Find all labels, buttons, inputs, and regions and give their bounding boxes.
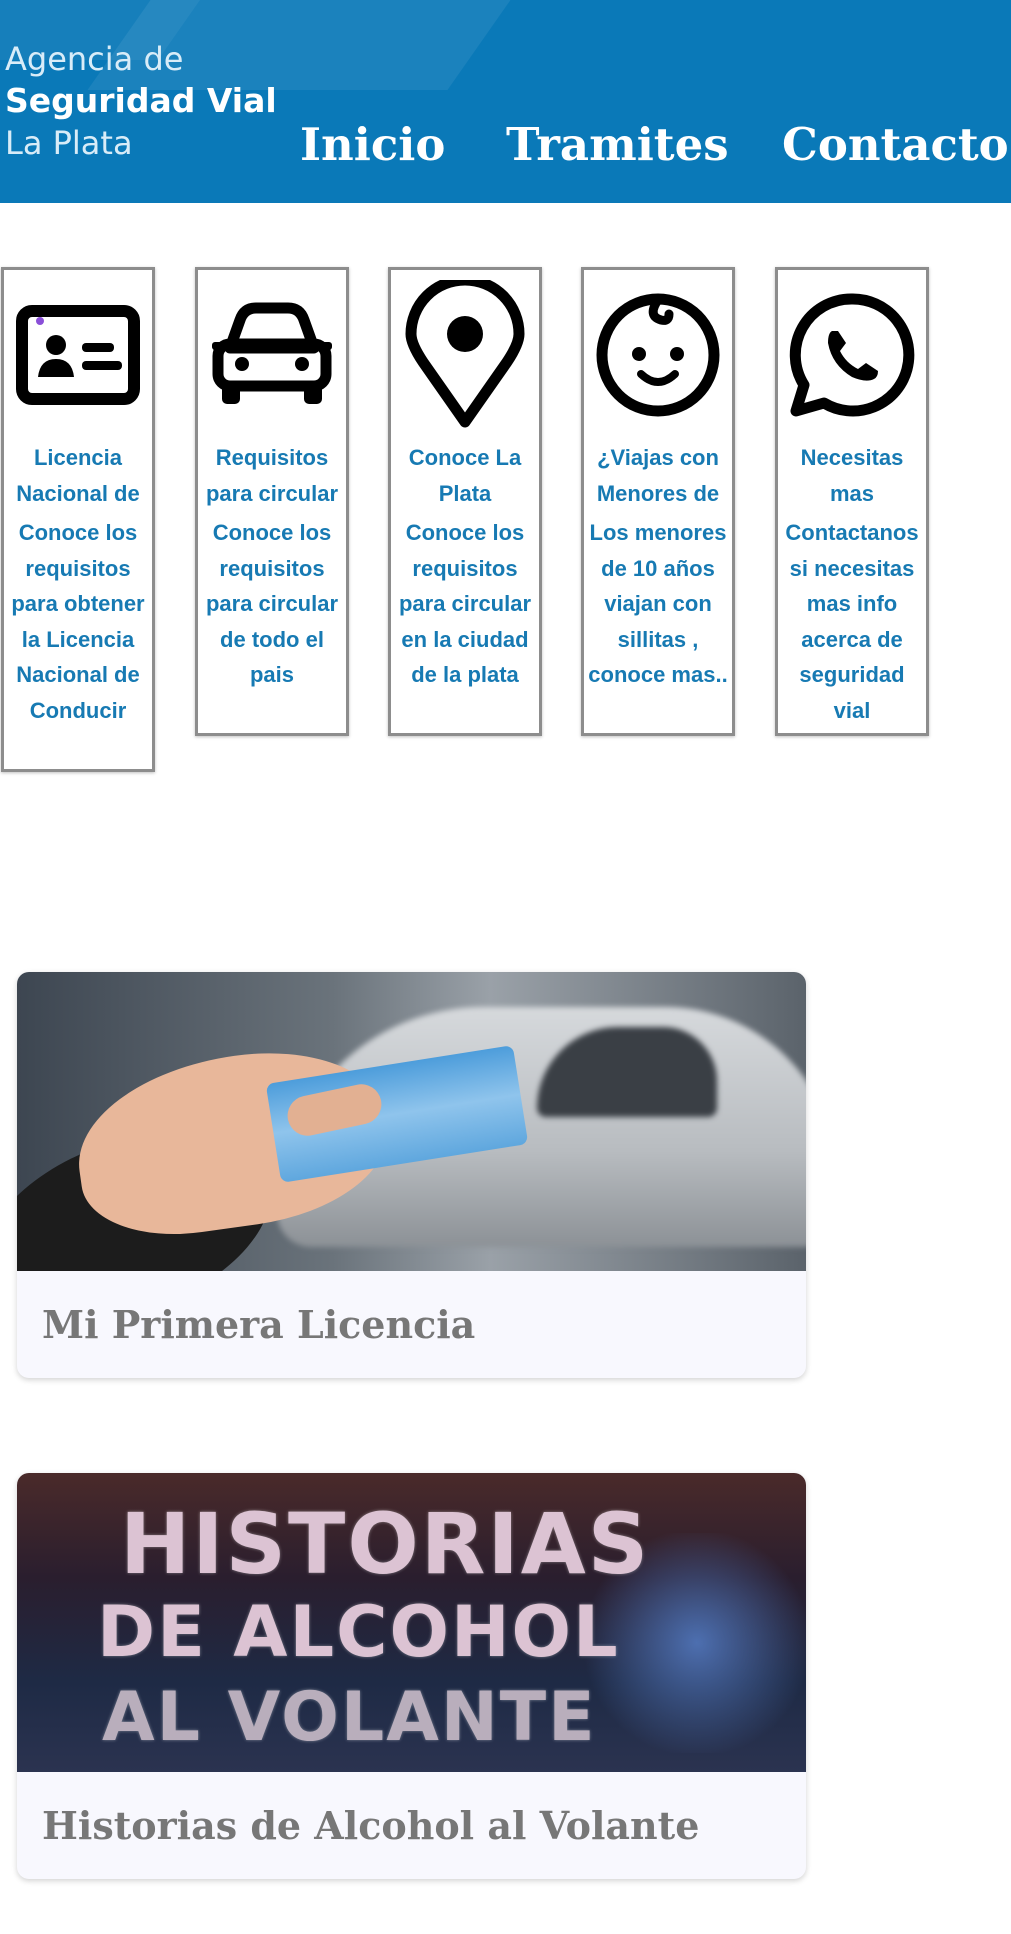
id-card-icon (4, 270, 152, 440)
baby-face-icon (584, 270, 732, 440)
service-description: Conoce los requisitos para circular de t… (205, 520, 339, 687)
whatsapp-icon (778, 270, 926, 440)
article-image-licencia (17, 972, 806, 1271)
logo-line-2: Seguridad Vial (5, 81, 277, 120)
service-title: Conoce La Plata (408, 445, 522, 506)
service-title: ¿Viajas con Menores de edad? (596, 445, 720, 506)
nav-link-inicio[interactable]: Inicio (300, 118, 445, 171)
logo-line-3: La Plata (5, 124, 133, 162)
image-text-line: HISTORIAS (120, 1495, 651, 1593)
service-title: Licencia Nacional de Conducir (16, 445, 140, 506)
article-card-primera-licencia[interactable]: Mi Primera Licencia (17, 972, 806, 1378)
service-title: Necesitas mas informacion? (800, 445, 904, 506)
article-title[interactable]: Historias de Alcohol al Volante (17, 1772, 806, 1879)
article-title[interactable]: Mi Primera Licencia (17, 1271, 806, 1378)
site-header: Agencia de Seguridad Vial La Plata Inici… (0, 0, 1011, 203)
image-text-line: DE ALCOHOL (97, 1591, 620, 1673)
service-description: Los menores de 10 años viajan con sillit… (588, 520, 728, 687)
service-card-licencia[interactable]: Licencia Nacional de Conducir Conoce los… (1, 267, 155, 772)
service-card-requisitos[interactable]: Requisitos para circular Conoce los requ… (195, 267, 349, 736)
article-card-historias-alcohol[interactable]: HISTORIAS DE ALCOHOL AL VOLANTE Historia… (17, 1473, 806, 1879)
map-pin-icon (391, 270, 539, 440)
service-description: Contactanos si necesitas mas info acerca… (785, 520, 919, 723)
service-description: Conoce los requisitos para obtener la Li… (11, 520, 145, 723)
service-card-la-plata[interactable]: Conoce La Plata Conoce los requisitos pa… (388, 267, 542, 736)
service-card-menores[interactable]: ¿Viajas con Menores de edad? Los menores… (581, 267, 735, 736)
article-image-alcohol: HISTORIAS DE ALCOHOL AL VOLANTE (17, 1473, 806, 1772)
site-logo[interactable]: Agencia de Seguridad Vial La Plata (5, 38, 277, 164)
image-text-line: AL VOLANTE (102, 1678, 597, 1757)
nav-link-tramites[interactable]: Tramites (506, 118, 729, 171)
logo-line-1: Agencia de (5, 40, 184, 78)
nav-link-contacto[interactable]: Contacto (782, 118, 1009, 171)
service-card-contacto[interactable]: Necesitas mas informacion? Contactanos s… (775, 267, 929, 736)
car-icon (198, 270, 346, 440)
service-description: Conoce los requisitos para circular en l… (398, 520, 532, 687)
service-title: Requisitos para circular (205, 445, 339, 506)
